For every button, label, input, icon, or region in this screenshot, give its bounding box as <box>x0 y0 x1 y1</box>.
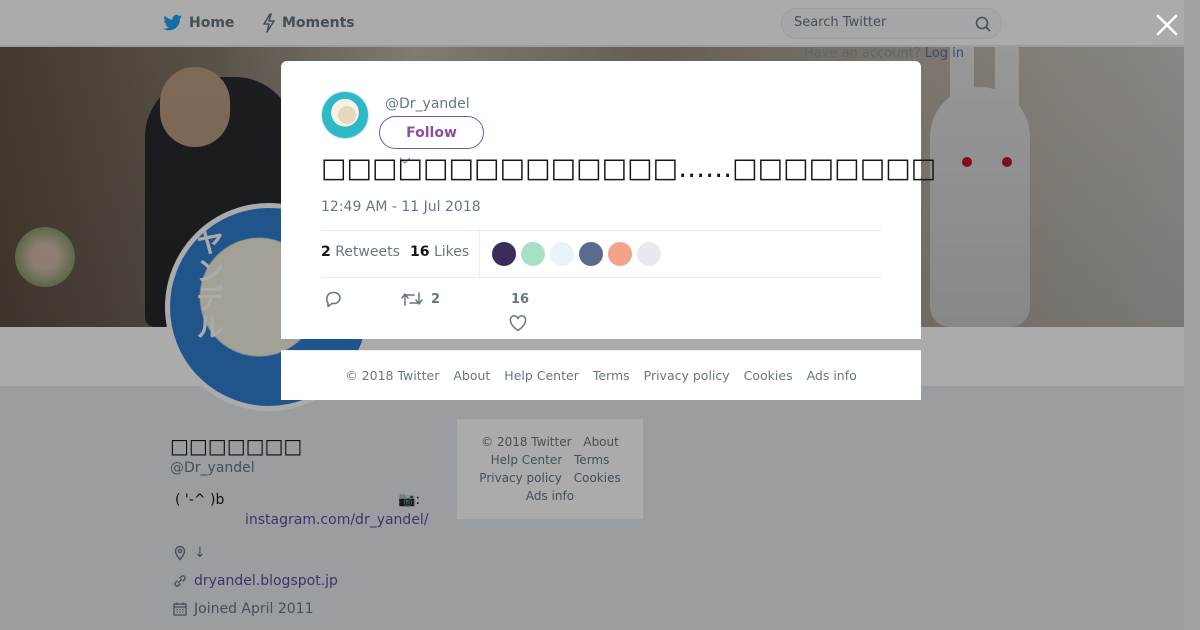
reply-icon <box>326 291 341 308</box>
retweet-icon <box>401 292 423 306</box>
tweet-timestamp[interactable]: 12:49 AM - 11 Jul 2018 <box>321 199 481 215</box>
liker-avatar[interactable] <box>521 242 545 266</box>
liker-avatar[interactable] <box>492 242 516 266</box>
likes-label: Likes <box>433 244 470 260</box>
modal-footer-terms[interactable]: Terms <box>593 368 630 383</box>
modal-footer: © 2018 Twitter About Help Center Terms P… <box>281 350 921 400</box>
modal-footer-ads-info[interactable]: Ads info <box>807 368 857 383</box>
likes-stat[interactable]: 16 Likes <box>410 244 469 260</box>
like-action-count: 16 <box>511 292 530 307</box>
close-icon[interactable] <box>1154 12 1180 38</box>
likers-list <box>492 242 661 266</box>
modal-footer-help-center[interactable]: Help Center <box>504 368 579 383</box>
tweet-stats: 2 Retweets 16 Likes <box>321 230 881 278</box>
avatar-art <box>338 106 356 124</box>
likes-count: 16 <box>410 244 430 260</box>
liker-avatar[interactable] <box>579 242 603 266</box>
liker-avatar[interactable] <box>608 242 632 266</box>
stats-divider <box>479 231 480 277</box>
liker-avatar[interactable] <box>637 242 661 266</box>
liker-avatar[interactable] <box>550 242 574 266</box>
follow-button[interactable]: Follow <box>379 116 484 149</box>
tweet-actions: 2 16 <box>321 289 881 332</box>
retweets-label: Retweets <box>335 244 400 260</box>
tweet-author-handle[interactable]: @Dr_yandel <box>385 96 470 112</box>
tweet-text: □□□□□□□□□□□□□□……□□□□□□□□ <box>321 153 937 184</box>
retweet-button[interactable]: 2 <box>401 291 440 307</box>
retweets-stat[interactable]: 2 Retweets <box>321 244 400 260</box>
like-button[interactable] <box>509 315 527 332</box>
modal-footer-about[interactable]: About <box>453 368 490 383</box>
tweet-modal: @Dr_yandel Follow □□□□□□□□□□□□□□……□□□□□□… <box>281 61 936 339</box>
retweets-count: 2 <box>321 244 331 260</box>
reply-button[interactable] <box>324 290 342 308</box>
modal-footer-privacy[interactable]: Privacy policy <box>644 368 730 383</box>
modal-footer-copyright: © 2018 Twitter <box>345 368 440 383</box>
heart-icon <box>509 315 527 332</box>
modal-footer-cookies[interactable]: Cookies <box>744 368 793 383</box>
tweet-author-avatar[interactable] <box>321 91 369 139</box>
retweet-action-count: 2 <box>431 291 441 307</box>
